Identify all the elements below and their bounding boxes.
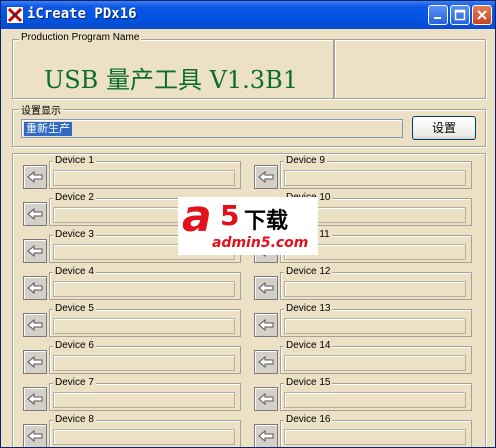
close-button[interactable] — [472, 5, 492, 25]
device-label: Device 16 — [284, 414, 333, 425]
device-label: Device 8 — [53, 414, 96, 425]
device-label: Device 9 — [284, 155, 327, 166]
device-slot: Device 5 — [23, 303, 243, 337]
device-arrow-button[interactable] — [23, 387, 47, 411]
device-arrow-button[interactable] — [254, 165, 278, 189]
program-name-group: Production Program Name USB 量产工具 V1.3B1 — [12, 32, 334, 99]
device-status-field — [53, 355, 235, 371]
device-arrow-button[interactable] — [23, 313, 47, 337]
device-label: Device 5 — [53, 303, 96, 314]
device-arrow-button[interactable] — [254, 424, 278, 447]
device-slot: Device 15 — [254, 377, 474, 411]
settings-display-label: 设置显示 — [19, 102, 63, 117]
device-status-field — [284, 355, 466, 371]
device-status-field — [53, 392, 235, 408]
maximize-button[interactable] — [450, 5, 470, 25]
device-slot: Device 6 — [23, 340, 243, 374]
device-status-field — [53, 281, 235, 297]
device-label: Device 2 — [53, 192, 96, 203]
device-status-field — [284, 429, 466, 445]
device-slot: Device 4 — [23, 266, 243, 300]
watermark-logo-letter: a — [182, 191, 212, 242]
window-title: iCreate PDx16 — [27, 6, 137, 22]
device-slot: Device 9 — [254, 155, 474, 189]
program-name-text: USB 量产工具 V1.3B1 — [44, 66, 298, 94]
device-arrow-button[interactable] — [254, 350, 278, 374]
device-label: Device 4 — [53, 266, 96, 277]
device-label: Device 7 — [53, 377, 96, 388]
watermark-logo: a 5 下载 admin5.com — [178, 191, 318, 255]
minimize-icon — [434, 17, 441, 19]
settings-display-value: 重新生产 — [24, 122, 72, 136]
settings-display-field[interactable]: 重新生产 — [21, 119, 403, 138]
device-arrow-button[interactable] — [23, 424, 47, 447]
program-name-label: Production Program Name — [19, 32, 142, 43]
device-slot: Device 14 — [254, 340, 474, 374]
device-status-field — [53, 429, 235, 445]
device-slot: Device 16 — [254, 414, 474, 447]
device-label: Device 14 — [284, 340, 333, 351]
device-slot: Device 12 — [254, 266, 474, 300]
device-label: Device 3 — [53, 229, 96, 240]
tools-icon — [7, 7, 23, 23]
title-bar[interactable]: iCreate PDx16 — [1, 1, 495, 29]
program-side-panel — [334, 39, 486, 99]
device-status-field — [284, 392, 466, 408]
device-status-field — [53, 170, 235, 186]
maximize-icon — [454, 9, 466, 21]
device-slot: Device 8 — [23, 414, 243, 447]
device-label: Device 15 — [284, 377, 333, 388]
device-slot: Device 7 — [23, 377, 243, 411]
device-arrow-button[interactable] — [23, 350, 47, 374]
close-icon — [477, 10, 487, 20]
device-status-field — [284, 318, 466, 334]
device-label: Device 13 — [284, 303, 333, 314]
device-slot: Device 1 — [23, 155, 243, 189]
watermark-logo-number: 5 — [220, 199, 240, 232]
app-window: iCreate PDx16 Production Program Name US… — [0, 0, 496, 448]
device-arrow-button[interactable] — [23, 276, 47, 300]
device-arrow-button[interactable] — [23, 239, 47, 263]
device-label: Device 1 — [53, 155, 96, 166]
device-arrow-button[interactable] — [23, 165, 47, 189]
device-status-field — [284, 281, 466, 297]
watermark-url: admin5.com — [212, 235, 309, 251]
device-status-field — [53, 318, 235, 334]
device-arrow-button[interactable] — [254, 276, 278, 300]
device-arrow-button[interactable] — [254, 387, 278, 411]
device-arrow-button[interactable] — [23, 202, 47, 226]
watermark-text: 下载 — [244, 209, 289, 234]
settings-button[interactable]: 设置 — [412, 116, 476, 140]
device-slot: Device 13 — [254, 303, 474, 337]
device-status-field — [284, 170, 466, 186]
device-label: Device 12 — [284, 266, 333, 277]
device-label: Device 6 — [53, 340, 96, 351]
device-arrow-button[interactable] — [254, 313, 278, 337]
minimize-button[interactable] — [428, 5, 448, 25]
